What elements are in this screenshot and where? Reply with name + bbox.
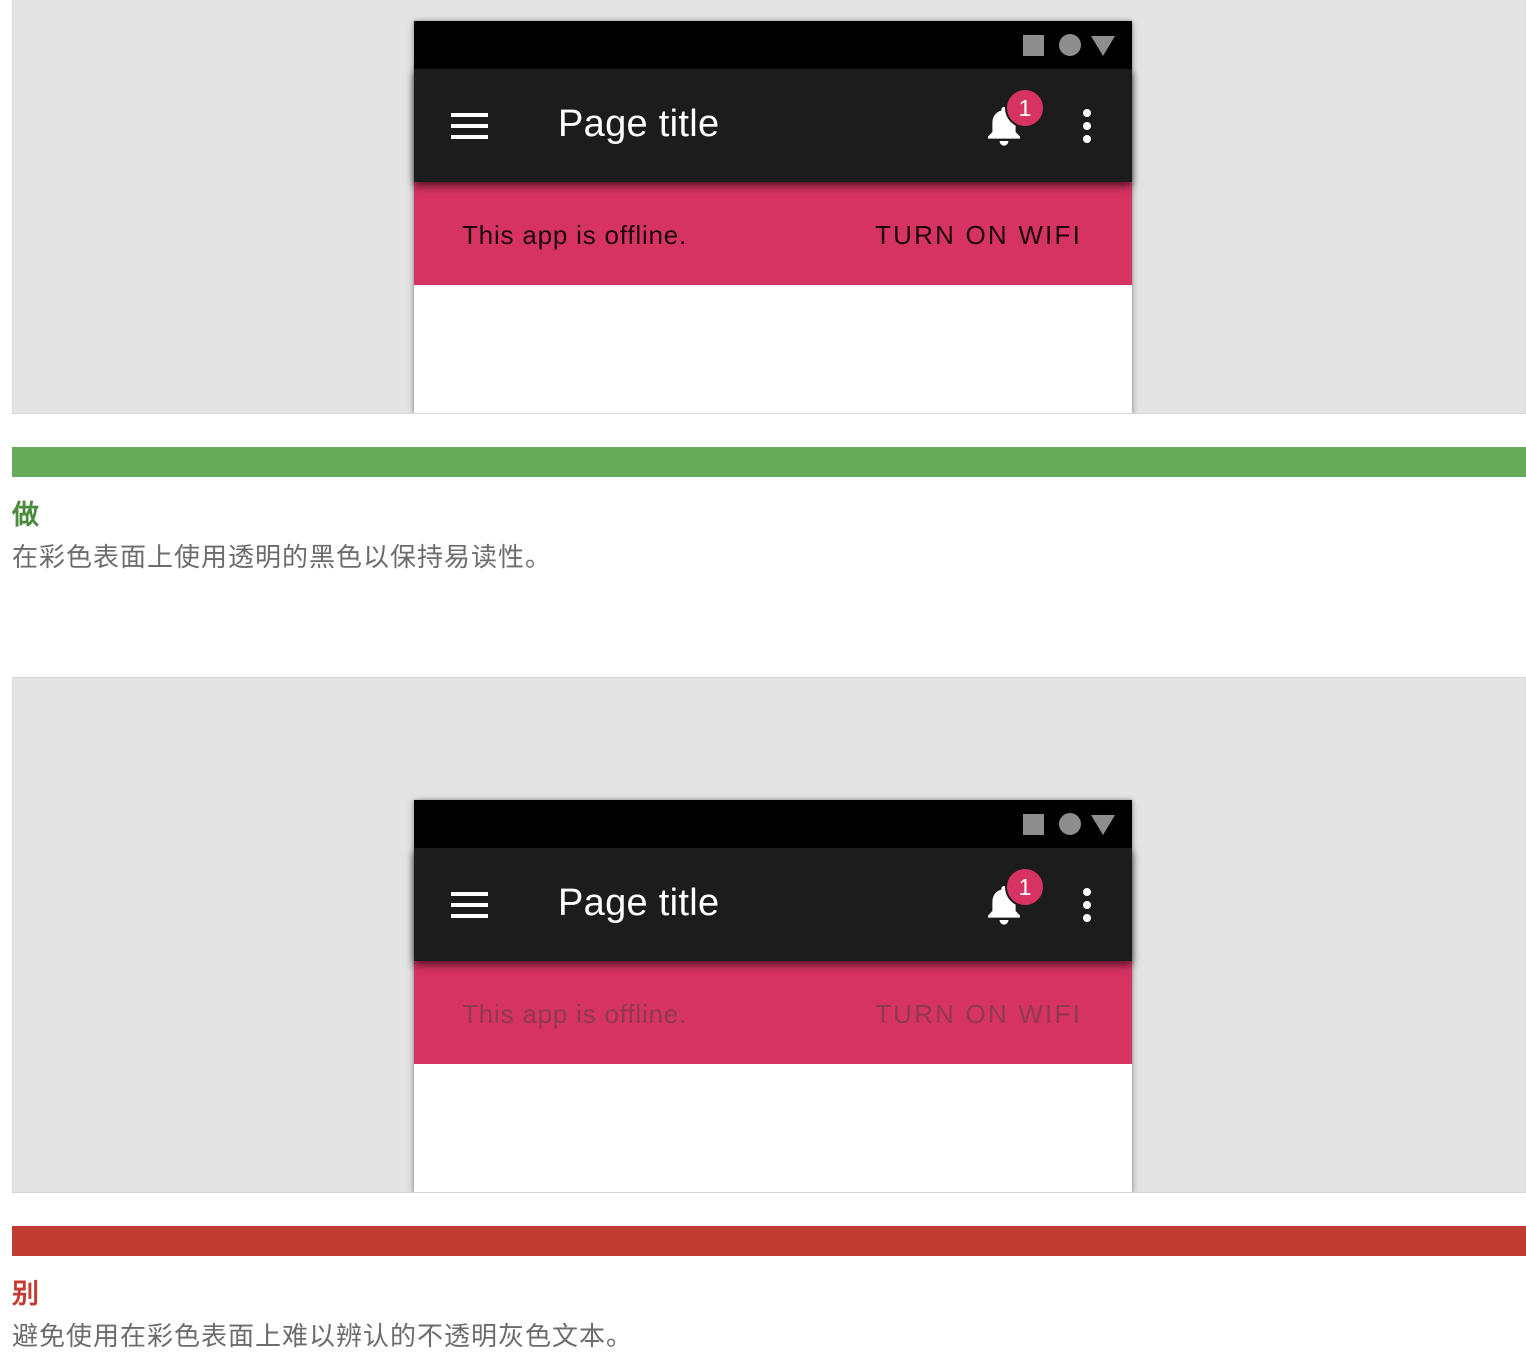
circle-icon [1059, 813, 1081, 835]
turn-on-wifi-button[interactable]: TURN ON WIFI [875, 220, 1082, 251]
app-bar: Page title 1 [414, 848, 1132, 961]
example-stage: Page title 1 This app is offline. TURN O… [12, 0, 1526, 414]
more-vert-icon[interactable] [1082, 888, 1092, 922]
content-area [414, 1064, 1132, 1192]
do-indicator-bar [12, 447, 1526, 477]
square-icon [1023, 814, 1044, 835]
status-bar [414, 21, 1132, 69]
content-area [414, 285, 1132, 413]
page-title: Page title [558, 103, 720, 145]
square-icon [1023, 35, 1044, 56]
page-title: Page title [558, 882, 720, 924]
hamburger-menu-icon[interactable] [451, 892, 488, 918]
do-example: Page title 1 This app is offline. TURN O… [12, 0, 1526, 575]
dont-indicator-bar [12, 1226, 1526, 1256]
offline-banner: This app is offline. TURN ON WIFI [414, 182, 1132, 285]
example-stage: Page title 1 This app is offline. TURN O… [12, 677, 1526, 1193]
dont-label: 别 [12, 1279, 39, 1310]
offline-banner: This app is offline. TURN ON WIFI [414, 961, 1132, 1064]
phone-mockup: Page title 1 This app is offline. TURN O… [414, 21, 1132, 413]
notification-badge: 1 [1005, 88, 1045, 128]
app-bar: Page title 1 [414, 69, 1132, 182]
turn-on-wifi-button[interactable]: TURN ON WIFI [875, 999, 1082, 1030]
status-bar [414, 800, 1132, 848]
triangle-icon [1091, 36, 1115, 56]
banner-message: This app is offline. [462, 999, 688, 1029]
dont-example: Page title 1 This app is offline. TURN O… [12, 677, 1526, 1354]
phone-mockup: Page title 1 This app is offline. TURN O… [414, 800, 1132, 1192]
notification-badge: 1 [1005, 867, 1045, 907]
do-caption: 在彩色表面上使用透明的黑色以保持易读性。 [12, 543, 553, 573]
dont-caption: 避免使用在彩色表面上难以辨认的不透明灰色文本。 [12, 1322, 634, 1352]
do-label: 做 [12, 500, 39, 531]
circle-icon [1059, 34, 1081, 56]
more-vert-icon[interactable] [1082, 109, 1092, 143]
banner-message: This app is offline. [462, 220, 688, 250]
triangle-icon [1091, 815, 1115, 835]
hamburger-menu-icon[interactable] [451, 113, 488, 139]
